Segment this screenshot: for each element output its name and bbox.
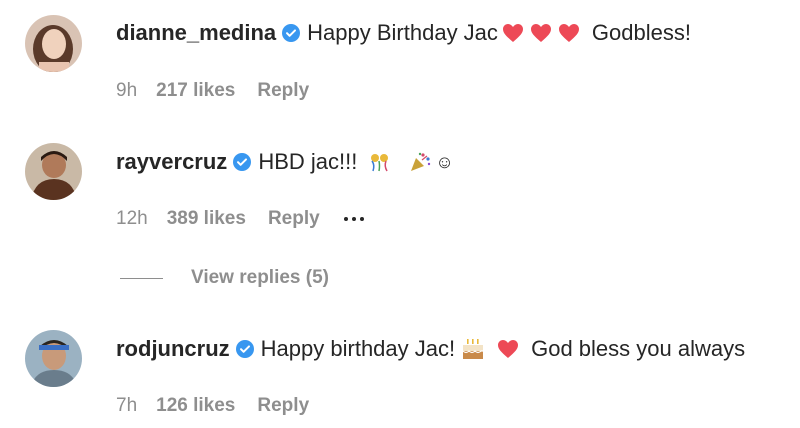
heart-emoji-icon (502, 23, 524, 43)
comment-likes[interactable]: 217 likes (156, 80, 235, 102)
comment-text-suffix: Godbless! (591, 20, 691, 45)
comment-timestamp[interactable]: 9h (116, 80, 137, 102)
comment-text-suffix: God bless you always (531, 336, 746, 361)
celebration-emoji-icon (369, 152, 391, 172)
comment-likes[interactable]: 126 likes (156, 395, 235, 417)
comment-text: Happy birthday Jac! (260, 336, 456, 361)
heart-emoji-icon (497, 339, 519, 359)
view-replies-toggle[interactable]: View replies (5) (120, 267, 329, 289)
comment-likes[interactable]: 389 likes (167, 208, 246, 230)
comment-text: HBD jac!!! (258, 149, 358, 174)
reply-button[interactable]: Reply (257, 395, 309, 417)
reply-button[interactable]: Reply (257, 80, 309, 102)
reply-button[interactable]: Reply (268, 208, 320, 230)
comment-username[interactable]: rayvercruz (116, 149, 227, 175)
verified-badge-icon (233, 153, 252, 171)
view-replies-label[interactable]: View replies (5) (191, 267, 329, 289)
heart-emoji-icon (530, 23, 552, 43)
comment-username[interactable]: rodjuncruz (116, 336, 230, 362)
smiley-emoji: ☺ (435, 151, 454, 172)
comment-username[interactable]: dianne_medina (116, 20, 276, 46)
verified-badge-icon (282, 24, 301, 42)
heart-emoji-icon (558, 23, 580, 43)
avatar[interactable] (25, 15, 82, 72)
avatar[interactable] (25, 143, 82, 200)
divider (120, 277, 163, 279)
comment-timestamp[interactable]: 7h (116, 395, 137, 417)
verified-badge-icon (235, 340, 254, 358)
comment-timestamp[interactable]: 12h (116, 208, 148, 230)
comment-text: Happy Birthday Jac (307, 20, 498, 45)
more-options-icon[interactable] (343, 217, 364, 221)
avatar[interactable] (25, 330, 82, 387)
party-popper-emoji-icon (409, 152, 431, 172)
birthday-cake-emoji-icon (461, 338, 485, 360)
